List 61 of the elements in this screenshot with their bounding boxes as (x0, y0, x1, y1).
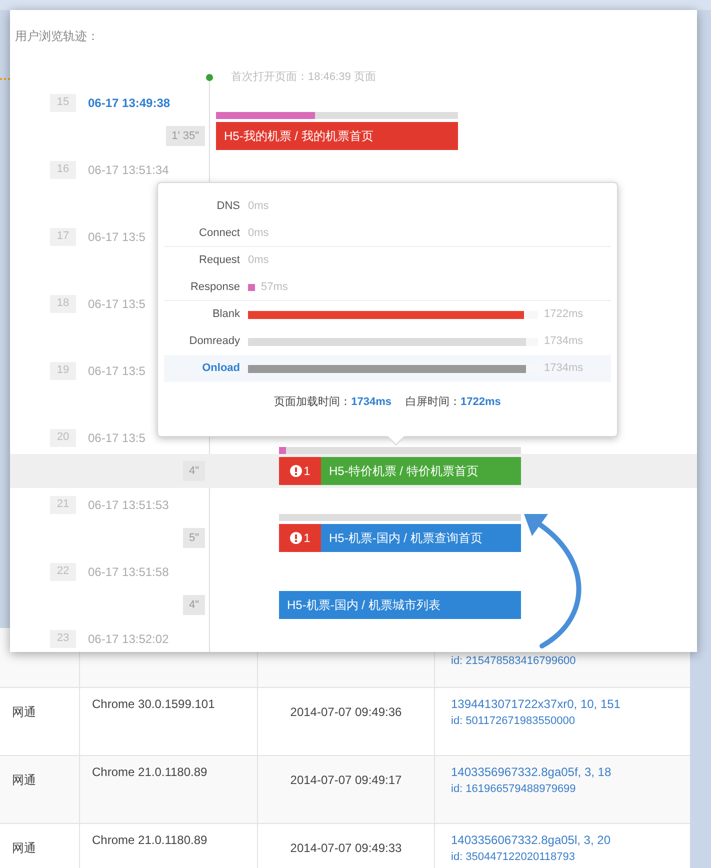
metric-value: 1734ms (544, 334, 584, 350)
table-cell: 网通 (12, 840, 36, 857)
table-link[interactable]: 1394413071722x37xr0, 10, 151 (451, 696, 690, 713)
metric-label: Onload (201, 361, 241, 376)
table-cell: 网通 (12, 772, 36, 789)
visit-time[interactable]: 06-17 13:51:34 (88, 160, 169, 178)
table-cell-text: Chrome 30.0.1599.101 (92, 696, 216, 713)
table-cell: 2014-07-07 09:49:17 (290, 772, 402, 789)
page-bar[interactable]: H5-机票-国内 / 机票城市列表 (279, 591, 521, 619)
visit-time[interactable]: 06-17 13:5 (88, 228, 146, 246)
visit-time[interactable]: 06-17 13:5 (88, 294, 146, 312)
duration-badge: 4" (182, 595, 205, 615)
duration-badge: 4" (182, 461, 205, 481)
visit-time[interactable]: 06-17 13:52:02 (88, 630, 169, 648)
id-text: id: 161966579488979699 (451, 782, 577, 797)
visit-time[interactable]: 06-17 13:51:58 (88, 562, 169, 580)
id-text: id: 215478583416799600 (451, 654, 577, 669)
id-text: id: 350447122020118793 (451, 850, 576, 865)
metric-label: Connect (198, 226, 241, 241)
error-count: 1 (304, 463, 310, 480)
page-bar[interactable]: 1 H5-机票-国内 / 机票查询首页 (279, 524, 521, 552)
page-name: H5-机票-国内 / 机票城市列表 (286, 597, 442, 614)
table-cell: 2014-07-07 09:49:36 (290, 704, 402, 721)
page-name: H5-特价机票 / 特价机票首页 (328, 463, 480, 480)
summary-label: 页面加载时间： (274, 395, 352, 410)
table-link[interactable]: 1403356967332.8ga05f, 3, 18 (451, 764, 690, 781)
metric-value: 1722ms (544, 307, 584, 322)
metric-label: Request (198, 253, 241, 268)
error-count: 1 (304, 530, 310, 547)
metric-label: Domready (188, 334, 241, 350)
table-cell: 2014-07-07 09:49:33 (290, 840, 402, 857)
metric-value: 57ms (261, 280, 288, 295)
duration-badge: 5" (182, 528, 205, 548)
page-name: H5-机票-国内 / 机票查询首页 (328, 530, 484, 547)
first-open-text: 首次打开页面：18:46:39 页面 (231, 70, 376, 85)
page-bar[interactable]: H5-我的机票 / 我的机票首页 (216, 122, 458, 150)
table-cell-text: Chrome 21.0.1180.89 (92, 764, 208, 781)
metric-label: Blank (211, 307, 241, 322)
summary-label: 白屏时间： (406, 395, 460, 410)
alert-icon (290, 532, 302, 544)
metric-label: Response (189, 280, 241, 295)
panel-title: 用户浏览轨迹： (15, 28, 99, 45)
page-bar[interactable]: 1 H5-特价机票 / 特价机票首页 (279, 457, 521, 485)
summary-value: 1722ms (460, 395, 501, 410)
table-cell: 网通 (12, 704, 36, 721)
visit-time[interactable]: 06-17 13:51:53 (88, 496, 169, 514)
duration-badge: 1' 35" (166, 126, 205, 146)
visit-time[interactable]: 06-17 13:5 (88, 362, 146, 380)
summary-value: 1734ms (351, 395, 392, 410)
visit-time[interactable]: 06-17 13:5 (88, 428, 146, 446)
metric-label: DNS (216, 199, 241, 214)
page-name: H5-我的机票 / 我的机票首页 (223, 128, 374, 145)
alert-icon (290, 465, 302, 477)
table-link[interactable]: 1403356067332.8ga05l, 3, 20 (451, 832, 690, 849)
table-cell-text: Chrome 21.0.1180.89 (92, 832, 208, 849)
id-text: id: 501172671983550000 (451, 714, 576, 729)
metric-value: 0ms (248, 199, 269, 214)
visit-time[interactable]: 06-17 13:49:38 (88, 94, 170, 112)
metric-value: 1734ms (544, 361, 584, 376)
metric-value: 0ms (248, 226, 269, 241)
metric-value: 0ms (248, 253, 269, 268)
